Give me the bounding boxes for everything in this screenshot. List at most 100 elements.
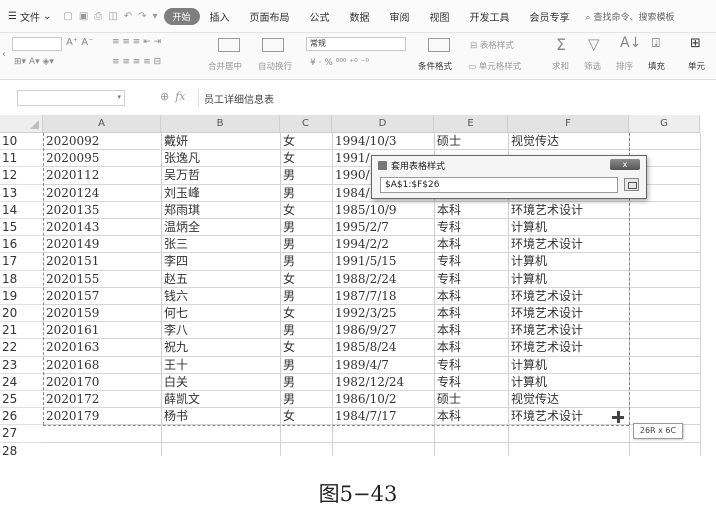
- range-input[interactable]: $A$1:$F$26: [380, 177, 618, 193]
- row-header[interactable]: 23: [0, 356, 43, 374]
- row-header[interactable]: 17: [0, 253, 43, 271]
- cell[interactable]: 2020157: [43, 288, 161, 305]
- cell[interactable]: 视觉传达: [508, 133, 629, 150]
- cell[interactable]: [332, 443, 434, 456]
- cell[interactable]: 2020179: [43, 408, 161, 425]
- cell[interactable]: 温炳全: [161, 219, 280, 236]
- cell[interactable]: 戴妍: [161, 133, 280, 150]
- cell[interactable]: 赵五: [161, 271, 280, 288]
- cell[interactable]: 本科: [434, 288, 508, 305]
- hamburger-icon[interactable]: ☰: [8, 11, 17, 22]
- tab-view[interactable]: 视图: [420, 9, 460, 24]
- cell-menu-label[interactable]: 单元: [688, 60, 705, 72]
- name-box[interactable]: ▾: [17, 90, 125, 106]
- row-header[interactable]: 28: [0, 442, 43, 456]
- cell[interactable]: 1988/2/24: [332, 271, 434, 288]
- file-menu[interactable]: ☰ 文件 ⌄: [0, 9, 57, 24]
- column-header-f[interactable]: F: [508, 115, 629, 133]
- cell[interactable]: 2020112: [43, 167, 161, 184]
- cell[interactable]: 专科: [434, 271, 508, 288]
- column-header-e[interactable]: E: [434, 115, 508, 133]
- cell[interactable]: [280, 425, 332, 442]
- cell[interactable]: 男: [280, 391, 332, 408]
- column-header-g[interactable]: G: [629, 115, 700, 133]
- export-pdf-icon[interactable]: ▣: [79, 11, 88, 22]
- tab-page-layout[interactable]: 页面布局: [240, 9, 300, 24]
- sum-label[interactable]: 求和: [552, 60, 569, 72]
- cell[interactable]: 硕士: [434, 391, 508, 408]
- border-color-fill-icons[interactable]: ⊞▾ A▾ ◈▾: [14, 57, 54, 67]
- cell[interactable]: 男: [280, 357, 332, 374]
- cell[interactable]: 李八: [161, 322, 280, 339]
- cell[interactable]: 2020092: [43, 133, 161, 150]
- cell[interactable]: 女: [280, 150, 332, 167]
- print-icon[interactable]: ⎙: [94, 11, 102, 22]
- cell[interactable]: 薛凯文: [161, 391, 280, 408]
- cell[interactable]: 2020170: [43, 374, 161, 391]
- cell[interactable]: 计算机: [508, 253, 629, 270]
- number-format-select[interactable]: 常规: [306, 37, 406, 51]
- command-search[interactable]: ⌕ 查找命令、搜索模板: [586, 10, 675, 23]
- cell[interactable]: 2020149: [43, 236, 161, 253]
- cell[interactable]: 张逸凡: [161, 150, 280, 167]
- cell[interactable]: 王十: [161, 357, 280, 374]
- chevron-down-icon[interactable]: ⌄: [43, 11, 51, 22]
- cell[interactable]: 计算机: [508, 374, 629, 391]
- align-top-icons[interactable]: ≡ ≡ ≡ ⇤ ⇥: [112, 37, 161, 47]
- undo-icon[interactable]: ↶: [124, 11, 132, 22]
- row-header[interactable]: 12: [0, 167, 43, 185]
- row-header[interactable]: 14: [0, 201, 43, 219]
- cell[interactable]: 2020151: [43, 253, 161, 270]
- cell[interactable]: 2020143: [43, 219, 161, 236]
- row-header[interactable]: 15: [0, 219, 43, 237]
- fx-icon[interactable]: fx: [175, 90, 185, 103]
- row-header[interactable]: 19: [0, 287, 43, 305]
- tab-member[interactable]: 会员专享: [520, 9, 580, 24]
- cell[interactable]: [434, 425, 508, 442]
- cell[interactable]: 2020095: [43, 150, 161, 167]
- tab-data[interactable]: 数据: [340, 9, 380, 24]
- sort-icon[interactable]: A↓: [620, 35, 641, 51]
- cell[interactable]: 环境艺术设计: [508, 288, 629, 305]
- row-header[interactable]: 13: [0, 184, 43, 202]
- column-header-d[interactable]: D: [332, 115, 434, 133]
- cell[interactable]: 环境艺术设计: [508, 339, 629, 356]
- close-button[interactable]: x: [610, 159, 640, 170]
- font-grow-icon[interactable]: A⁺ A⁻: [66, 37, 93, 48]
- cell[interactable]: 1985/10/9: [332, 202, 434, 219]
- cell[interactable]: [508, 443, 629, 456]
- cell[interactable]: 环境艺术设计: [508, 305, 629, 322]
- cell[interactable]: 女: [280, 408, 332, 425]
- cell[interactable]: [161, 443, 280, 456]
- cell[interactable]: 男: [280, 288, 332, 305]
- row-header[interactable]: 22: [0, 339, 43, 357]
- cell[interactable]: 专科: [434, 219, 508, 236]
- cell[interactable]: 1985/8/24: [332, 339, 434, 356]
- cell[interactable]: [508, 425, 629, 442]
- cell[interactable]: 2020163: [43, 339, 161, 356]
- name-box-dropdown-icon[interactable]: ▾: [117, 93, 121, 101]
- cell[interactable]: 1989/4/7: [332, 357, 434, 374]
- ribbon-scroll-left-icon[interactable]: ‹: [2, 49, 6, 60]
- row-header[interactable]: 20: [0, 305, 43, 323]
- redo-icon[interactable]: ↷: [138, 11, 146, 22]
- cell[interactable]: 男: [280, 253, 332, 270]
- sort-label[interactable]: 排序: [616, 60, 633, 72]
- cell[interactable]: 计算机: [508, 271, 629, 288]
- dialog-title-bar[interactable]: 套用表格样式: [378, 159, 445, 172]
- cell[interactable]: 本科: [434, 236, 508, 253]
- column-header-c[interactable]: C: [280, 115, 332, 133]
- cell[interactable]: [161, 425, 280, 442]
- cell[interactable]: 专科: [434, 357, 508, 374]
- customize-chevron-icon[interactable]: ▾: [153, 11, 158, 22]
- cell[interactable]: 2020161: [43, 322, 161, 339]
- cell[interactable]: 环境艺术设计: [508, 322, 629, 339]
- tab-developer[interactable]: 开发工具: [460, 9, 520, 24]
- cell[interactable]: 专科: [434, 253, 508, 270]
- tab-home[interactable]: 开始: [163, 7, 200, 25]
- cell[interactable]: 2020159: [43, 305, 161, 322]
- cell[interactable]: 1994/10/3: [332, 133, 434, 150]
- row-header[interactable]: 24: [0, 373, 43, 391]
- cell-menu-icon[interactable]: ⊞: [690, 36, 701, 51]
- file-menu-label[interactable]: 文件: [20, 9, 40, 24]
